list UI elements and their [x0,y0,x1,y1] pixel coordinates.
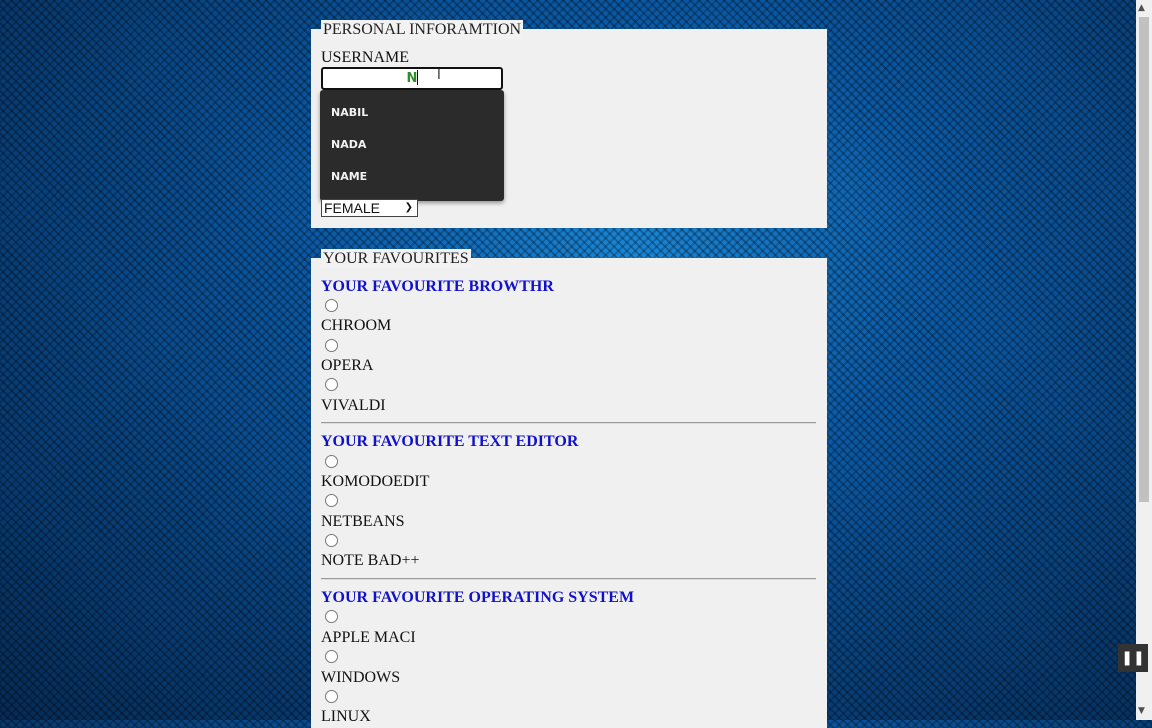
browser-heading: YOUR FAVOURITE BROWTHR [321,278,554,295]
gender-select[interactable]: FEMALE ❯ [321,199,418,217]
radio-chroom[interactable] [325,299,338,312]
option-label: KOMODOEDIT [321,473,430,490]
gender-select-value: FEMALE [324,200,381,216]
favourites-legend: YOUR FAVOURITES [321,249,471,268]
autocomplete-option[interactable]: NADA [331,138,366,151]
divider [321,578,816,580]
pause-icon: ❚❚ [1121,650,1145,666]
username-label: USERNAME [321,49,410,66]
option-label: VIVALDI [321,397,386,414]
radio-windows[interactable] [325,650,338,663]
divider [321,422,816,424]
radio-netbeans[interactable] [325,494,338,507]
radio-komodoedit[interactable] [325,455,338,468]
option-label: NOTE BAD++ [321,552,420,569]
chevron-down-icon[interactable]: ▼ [1138,706,1145,716]
option-label: WINDOWS [321,669,401,686]
radio-vivaldi[interactable] [325,378,338,391]
os-heading: YOUR FAVOURITE OPERATING SYSTEM [321,589,635,606]
chevron-up-icon[interactable]: ▲ [1138,3,1145,13]
radio-opera[interactable] [325,339,338,352]
radio-note-bad[interactable] [325,534,338,547]
option-label: NETBEANS [321,513,405,530]
option-label: CHROOM [321,317,392,334]
option-label: OPERA [321,357,374,374]
text-editor-heading: YOUR FAVOURITE TEXT EDITOR [321,433,579,450]
text-caret [417,70,418,85]
autocomplete-option[interactable]: NABIL [331,106,368,119]
option-label: APPLE MACI [321,629,416,646]
scrollbar-thumb[interactable] [1139,17,1149,502]
chevron-down-icon: ❯ [404,202,413,213]
pause-button[interactable]: ❚❚ [1118,644,1148,672]
text-cursor-icon: I [437,68,441,83]
autocomplete-dropdown: NABIL NADA NAME [320,90,504,201]
option-label: LINUX [321,708,371,725]
personal-info-legend: PERSONAL INFORAMTION [321,20,524,39]
radio-linux[interactable] [325,690,338,703]
autocomplete-option[interactable]: NAME [331,170,367,183]
radio-apple-maci[interactable] [325,610,338,623]
username-input[interactable]: N [321,67,503,90]
